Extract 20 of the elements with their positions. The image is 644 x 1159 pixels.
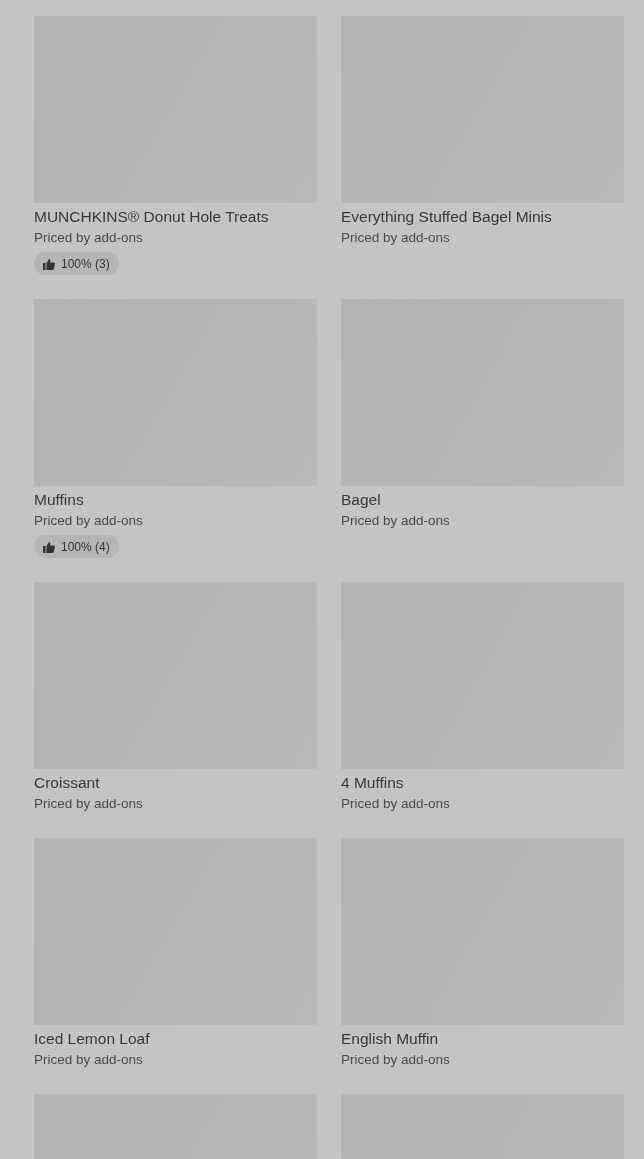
item-price: Priced by add-ons [341,1051,450,1069]
item-price: Priced by add-ons [341,512,450,530]
item-price: Priced by add-ons [341,229,450,247]
thumbs-up-icon [43,257,55,270]
thumbs-up-icon [43,540,55,553]
item-price: Priced by add-ons [341,795,450,813]
rating-text: 100% (3) [61,256,110,271]
item-title[interactable]: English Muffin [341,1028,439,1050]
item-title[interactable]: Everything Stuffed Bagel Minis [341,206,552,228]
item-price: Priced by add-ons [34,1051,143,1069]
item-price: Priced by add-ons [34,229,143,247]
item-price: Priced by add-ons [34,512,143,530]
item-title[interactable]: Croissant [34,772,100,794]
item-title[interactable]: MUNCHKINS® Donut Hole Treats [34,206,269,228]
item-title[interactable]: Iced Lemon Loaf [34,1028,150,1050]
item-title[interactable]: Muffins [34,489,84,511]
item-title[interactable]: 4 Muffins [341,772,404,794]
rating-text: 100% (4) [61,539,110,554]
item-title[interactable]: Bagel [341,489,381,511]
item-price: Priced by add-ons [34,795,143,813]
